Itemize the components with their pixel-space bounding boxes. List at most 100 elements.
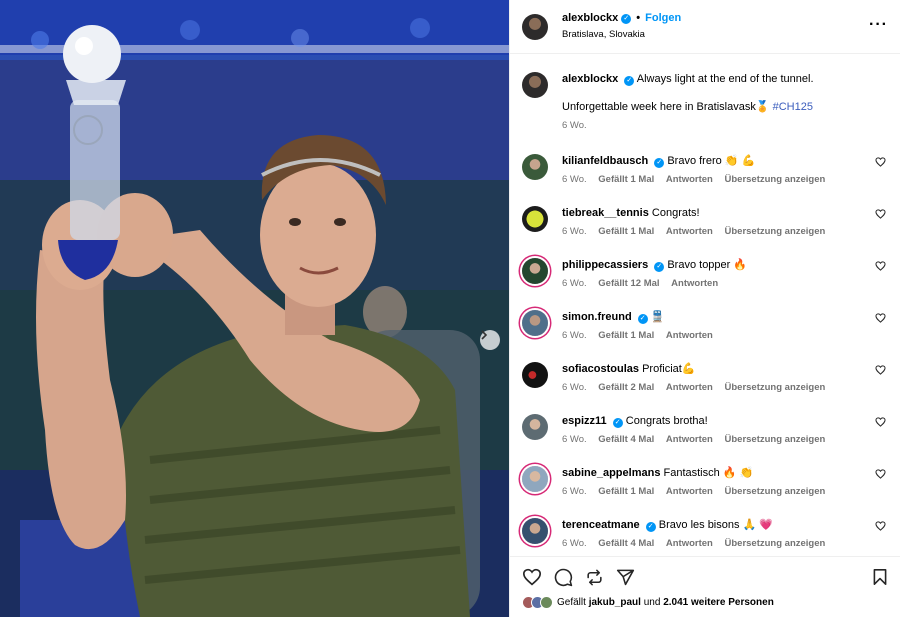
translate-button[interactable]: Übersetzung anzeigen: [725, 226, 826, 237]
comment-likes[interactable]: Gefällt 1 Mal: [598, 330, 654, 341]
comment-meta: 6 Wo. Gefällt 4 Mal Antworten Übersetzun…: [562, 433, 888, 447]
post-location[interactable]: Bratislava, Slovakia: [562, 27, 681, 42]
comment-text: Bravo les bisons 🙏 💗: [658, 519, 773, 531]
likes-count[interactable]: 2.041 weitere Personen: [663, 597, 774, 608]
translate-button[interactable]: Übersetzung anzeigen: [725, 538, 826, 549]
comment-time[interactable]: 6 Wo.: [562, 434, 587, 445]
translate-button[interactable]: Übersetzung anzeigen: [725, 486, 826, 497]
comment-likes[interactable]: Gefällt 4 Mal: [598, 434, 654, 445]
verified-badge-icon: ✓: [654, 262, 665, 272]
reply-button[interactable]: Antworten: [666, 486, 713, 497]
reply-button[interactable]: Antworten: [666, 174, 713, 185]
comment-username[interactable]: terenceatmane: [562, 519, 640, 531]
next-photo-button[interactable]: [480, 330, 500, 350]
comment-likes[interactable]: Gefällt 1 Mal: [598, 226, 654, 237]
author-info: alexblockx ✓ • Folgen Bratislava, Slovak…: [562, 11, 681, 42]
comment-meta: 6 Wo. Gefällt 1 Mal Antworten Übersetzun…: [562, 485, 888, 499]
comment-username[interactable]: tiebreak__tennis: [562, 207, 649, 219]
verified-badge-icon: ✓: [654, 158, 665, 168]
reply-button[interactable]: Antworten: [666, 434, 713, 445]
comment-username[interactable]: philippecassiers: [562, 259, 648, 271]
comment-likes[interactable]: Gefällt 2 Mal: [598, 382, 654, 393]
caption-avatar[interactable]: [522, 72, 548, 98]
like-button[interactable]: [522, 568, 542, 586]
likes-summary: Gefällt jakub_paul und 2.041 weitere Per…: [522, 596, 888, 609]
comment-meta: 6 Wo. Gefällt 4 Mal Antworten Übersetzun…: [562, 537, 888, 551]
translate-button[interactable]: Übersetzung anzeigen: [725, 174, 826, 185]
comment-time[interactable]: 6 Wo.: [562, 330, 587, 341]
commenter-avatar[interactable]: [522, 310, 548, 336]
heart-icon[interactable]: [875, 313, 886, 323]
comment-line: tiebreak__tennis Congrats!: [562, 206, 888, 220]
comment-time[interactable]: 6 Wo.: [562, 278, 587, 289]
heart-icon[interactable]: [875, 157, 886, 167]
commenter-avatar[interactable]: [522, 466, 548, 492]
comment-likes[interactable]: Gefällt 4 Mal: [598, 538, 654, 549]
heart-icon[interactable]: [875, 521, 886, 531]
comment-meta: 6 Wo. Gefällt 2 Mal Antworten Übersetzun…: [562, 381, 888, 395]
commenter-avatar[interactable]: [522, 154, 548, 180]
follow-button[interactable]: Folgen: [645, 11, 681, 26]
share-icon: [616, 569, 635, 586]
comment-likes[interactable]: Gefällt 12 Mal: [598, 278, 659, 289]
translate-button[interactable]: Übersetzung anzeigen: [725, 434, 826, 445]
reply-button[interactable]: Antworten: [666, 382, 713, 393]
caption-line-1: alexblockx ✓ Always light at the end of …: [562, 72, 888, 86]
commenter-avatar[interactable]: [522, 258, 548, 284]
caption-username[interactable]: alexblockx: [562, 73, 618, 85]
heart-icon: [522, 568, 542, 586]
heart-icon[interactable]: [875, 469, 886, 479]
comment-username[interactable]: espizz11: [562, 415, 607, 427]
heart-icon[interactable]: [875, 261, 886, 271]
comment-time[interactable]: 6 Wo.: [562, 486, 587, 497]
translate-button[interactable]: Übersetzung anzeigen: [725, 382, 826, 393]
comment-username[interactable]: sabine_appelmans: [562, 467, 660, 479]
share-button[interactable]: [616, 568, 635, 586]
comment-item: terenceatmane ✓ Bravo les bisons 🙏 💗 6 W…: [522, 518, 888, 549]
reply-button[interactable]: Antworten: [666, 226, 713, 237]
reply-button[interactable]: Antworten: [671, 278, 718, 289]
comment-body: sofiacostoulas Proficiat💪 6 Wo. Gefällt …: [562, 362, 888, 393]
comment-line: philippecassiers ✓ Bravo topper 🔥: [562, 258, 888, 272]
comment-body: kilianfeldbausch ✓ Bravo frero 👏 💪 6 Wo.…: [562, 154, 888, 185]
comment-line: espizz11 ✓ Congrats brotha!: [562, 414, 888, 428]
comment-button[interactable]: [554, 568, 573, 587]
comment-likes[interactable]: Gefällt 1 Mal: [598, 486, 654, 497]
comment-time[interactable]: 6 Wo.: [562, 226, 587, 237]
comment-likes[interactable]: Gefällt 1 Mal: [598, 174, 654, 185]
comment-time[interactable]: 6 Wo.: [562, 174, 587, 185]
commenter-avatar[interactable]: [522, 206, 548, 232]
photo-illustration: [0, 0, 509, 617]
chevron-right-icon: [481, 330, 488, 340]
comment-time[interactable]: 6 Wo.: [562, 382, 587, 393]
likes-user[interactable]: jakub_paul: [589, 597, 641, 608]
commenter-avatar[interactable]: [522, 518, 548, 544]
comment-body: terenceatmane ✓ Bravo les bisons 🙏 💗 6 W…: [562, 518, 888, 549]
comment-body: espizz11 ✓ Congrats brotha! 6 Wo. Gefäll…: [562, 414, 888, 445]
repost-button[interactable]: [585, 568, 604, 587]
author-avatar[interactable]: [522, 13, 548, 40]
comment-item: philippecassiers ✓ Bravo topper 🔥 6 Wo. …: [522, 258, 888, 289]
comment-text: Proficiat💪: [642, 363, 696, 375]
save-button[interactable]: [872, 568, 888, 586]
heart-icon[interactable]: [875, 365, 886, 375]
likes-mid: und: [643, 597, 661, 608]
comment-time[interactable]: 6 Wo.: [562, 538, 587, 549]
heart-icon[interactable]: [875, 209, 886, 219]
caption-hashtag[interactable]: #CH125: [773, 101, 813, 113]
comment-username[interactable]: kilianfeldbausch: [562, 155, 648, 167]
comment-meta: 6 Wo. Gefällt 1 Mal Antworten: [562, 329, 888, 343]
heart-icon[interactable]: [875, 417, 886, 427]
comment-username[interactable]: simon.freund: [562, 311, 632, 323]
comment-username[interactable]: sofiacostoulas: [562, 363, 639, 375]
comment-body: tiebreak__tennis Congrats! 6 Wo. Gefällt…: [562, 206, 888, 237]
bookmark-icon: [873, 569, 887, 585]
more-options-icon[interactable]: ···: [869, 17, 888, 33]
author-username[interactable]: alexblockx: [562, 11, 618, 26]
commenter-avatar[interactable]: [522, 362, 548, 388]
caption-time[interactable]: 6 Wo.: [562, 120, 587, 131]
liker-avatars: [522, 596, 553, 609]
reply-button[interactable]: Antworten: [666, 538, 713, 549]
commenter-avatar[interactable]: [522, 414, 548, 440]
reply-button[interactable]: Antworten: [666, 330, 713, 341]
